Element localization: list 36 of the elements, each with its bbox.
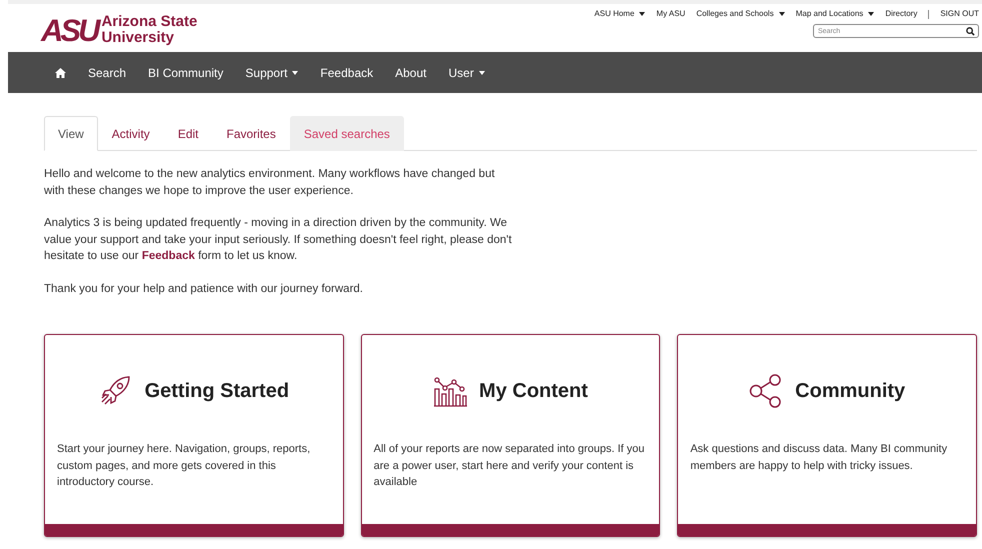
tab[interactable]: Saved searches — [290, 116, 404, 151]
top-link[interactable]: Map and Locations — [796, 8, 874, 20]
paragraph: Analytics 3 is being updated frequently - moving in a direction driven by the community. We value your support and take your input seriously. If something doesn't feel right, please don't hesitate to use our Feedback form to let us know. — [44, 216, 513, 264]
tab[interactable]: Favorites — [212, 116, 290, 151]
card-title: My Content — [479, 379, 588, 404]
feedback-link[interactable]: Feedback — [142, 250, 195, 262]
tab[interactable]: Activity — [98, 116, 164, 151]
search-icon — [966, 26, 975, 36]
nav-link[interactable]: Search — [88, 64, 126, 82]
top-link[interactable]: ASU Home — [594, 8, 646, 20]
card[interactable]: Community Ask questions and discuss data. Many BI community members are happy to help with tricky issues. — [677, 334, 977, 537]
paragraph: Thank you for your help and patience with our journey forward. — [44, 282, 364, 296]
nav-link[interactable]: Feedback — [320, 64, 374, 82]
nav-link[interactable]: About — [395, 64, 426, 82]
home-icon[interactable] — [55, 68, 66, 78]
logo-name: Arizona State University — [101, 14, 198, 46]
tab[interactable]: View — [44, 116, 98, 151]
paragraph: Hello and welcome to the new analytics environment. Many workflows have changed but with these changes we hope to improve the user experience. — [44, 167, 496, 198]
top-link[interactable]: My ASU — [656, 8, 686, 20]
nav-link[interactable]: Support — [245, 64, 298, 82]
nav-link[interactable]: User — [448, 64, 485, 82]
card[interactable]: My Content All of your reports are now separated into groups. If you are a power user, start here and verify your content is available — [360, 334, 660, 537]
nav-link[interactable]: BI Community — [148, 64, 224, 82]
top-link[interactable]: SIGN OUT — [940, 8, 979, 20]
card-text: Ask questions and discuss data. Many BI community members are happy to help with tricky issues. — [689, 442, 948, 474]
card-title: Getting Started — [144, 379, 290, 404]
tab[interactable]: Edit — [164, 116, 212, 151]
share-icon — [749, 374, 784, 408]
chart-icon — [433, 375, 468, 407]
card-text: All of your reports are now separated into groups. If you are a power user, start here and verify your content is available — [372, 442, 646, 490]
card-title: Community — [795, 379, 906, 404]
card[interactable]: Getting Started Start your journey here. Navigation, groups, reports, custom pages, and more gets covered in this introductory course. — [44, 334, 344, 537]
card-text: Start your journey here. Navigation, groups, reports, custom pages, and more gets covered in this introductory course. — [56, 442, 312, 490]
logo-mark: ASU — [41, 14, 98, 46]
top-link[interactable]: Colleges and Schools — [696, 8, 785, 20]
top-link[interactable]: Directory — [885, 8, 918, 20]
